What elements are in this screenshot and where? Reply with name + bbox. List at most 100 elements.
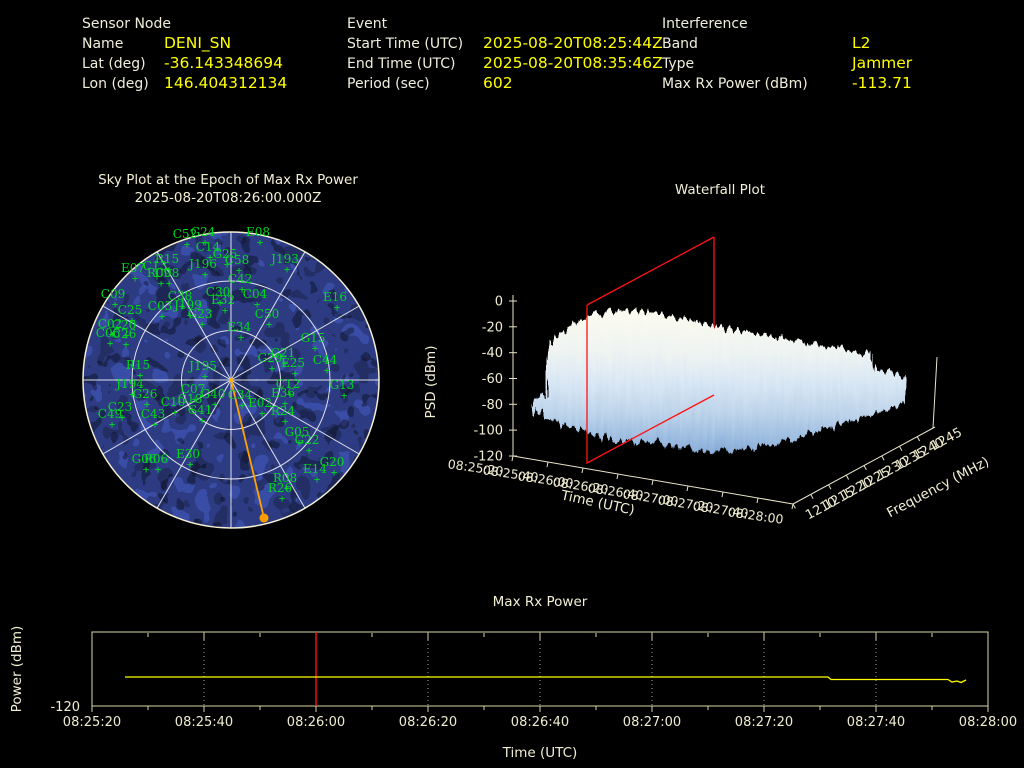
psd-axis-label: PSD (dBm)	[423, 346, 439, 419]
max-rx-power-plot: Max Rx Power Power (dBm) -120 08:25:20 08…	[9, 594, 1017, 761]
satellite-marker: +	[199, 414, 206, 427]
event-end-label: End Time (UTC)	[347, 56, 456, 72]
frequency-tick	[810, 494, 814, 500]
time-tick	[651, 479, 654, 486]
event-start-value: 2025-08-20T08:25:44Z	[483, 34, 663, 52]
interference-band-value: L2	[852, 34, 871, 52]
power-x-tick-label: 08:27:00	[623, 715, 681, 730]
sky-center-dot	[229, 378, 233, 382]
power-x-tick-label: 08:28:00	[959, 715, 1017, 730]
sky-plot-title: Sky Plot at the Epoch of Max Rx Power 20…	[58, 171, 398, 207]
sensor-name-row: Name DENI_SN	[82, 34, 287, 54]
sensor-lat-row: Lat (deg) -36.143348694	[82, 54, 287, 74]
satellite-marker: +	[257, 236, 264, 249]
waterfall-surface	[532, 310, 908, 452]
interference-power-row: Max Rx Power (dBm) -113.71	[662, 74, 912, 94]
event-end-value: 2025-08-20T08:35:46Z	[483, 54, 663, 72]
time-tick	[581, 467, 584, 474]
power-x-tick-label: 08:26:20	[399, 715, 457, 730]
satellite-marker: +	[324, 364, 331, 377]
satellite-marker: +	[123, 338, 130, 351]
interference-band-row: Band L2	[662, 34, 912, 54]
satellite-marker: +	[199, 318, 206, 331]
frequency-tick	[899, 446, 903, 451]
sensor-node-panel: Sensor Node Name DENI_SN Lat (deg) -36.1…	[82, 15, 287, 94]
power-x-tick-label: 08:25:20	[63, 715, 121, 730]
power-y-axis-label: Power (dBm)	[9, 626, 25, 713]
interference-panel: Interference Band L2 Type Jammer Max Rx …	[662, 15, 912, 94]
satellite-marker: +	[238, 331, 245, 344]
time-tick	[616, 473, 619, 480]
event-panel: Event Start Time (UTC) 2025-08-20T08:25:…	[347, 15, 663, 94]
satellite-marker: +	[284, 263, 291, 276]
interference-type-row: Type Jammer	[662, 54, 912, 74]
sensor-name-value: DENI_SN	[164, 34, 232, 52]
power-x-tick-label: 08:26:00	[287, 715, 345, 730]
power-x-tick-label: 08:27:20	[735, 715, 793, 730]
power-plot-title: Max Rx Power	[493, 594, 588, 610]
frequency-tick	[845, 474, 850, 480]
psd-tick-label: -20	[482, 320, 503, 335]
interference-power-value: -113.71	[852, 74, 912, 92]
satellite-marker: +	[159, 310, 166, 323]
satellite-marker: +	[334, 301, 341, 314]
time-tick	[756, 497, 759, 504]
satellite-marker: +	[212, 398, 219, 411]
sensor-node-title: Sensor Node	[82, 16, 171, 32]
frequency-tick-label: 1245	[929, 425, 965, 454]
pane-edge	[932, 356, 938, 429]
jammer-marker	[259, 513, 269, 523]
frequency-tick	[828, 484, 832, 490]
satellite-marker: +	[306, 444, 313, 457]
interference-title: Interference	[662, 16, 748, 32]
time-axis-ticks: 08:25:2008:25:4008:26:0008:26:2008:26:40…	[447, 455, 794, 527]
sky-plot-title-line1: Sky Plot at the Epoch of Max Rx Power	[98, 172, 358, 188]
frequency-tick	[792, 503, 796, 509]
power-x-tick-labels: 08:25:20 08:25:40 08:26:00 08:26:20 08:26:40…	[63, 715, 1017, 730]
psd-tick-label: -60	[482, 372, 503, 387]
psd-axis-ticks: 0-20-40-60-80-100-120	[473, 295, 517, 465]
sensor-lon-row: Lon (deg) 146.404312134	[82, 74, 287, 94]
interference-type-label: Type	[662, 56, 695, 72]
power-x-tick-label: 08:26:40	[511, 715, 569, 730]
satellite-marker: +	[279, 492, 286, 505]
power-x-tick-label: 08:25:40	[175, 715, 233, 730]
satellite-marker: +	[341, 389, 348, 402]
satellite-marker: +	[132, 272, 139, 285]
satellite-marker: +	[184, 238, 191, 251]
waterfall-title: Waterfall Plot	[674, 182, 766, 198]
satellite-marker: +	[109, 418, 116, 431]
time-tick	[686, 485, 689, 492]
sensor-lon-label: Lon (deg)	[82, 76, 149, 92]
satellite-marker: +	[314, 473, 321, 486]
satellite-marker: +	[331, 466, 338, 479]
satellite-marker: +	[269, 362, 276, 375]
satellite-marker: +	[259, 407, 266, 420]
sensor-lon-value: 146.404312134	[164, 74, 288, 92]
frequency-tick	[881, 455, 885, 461]
satellite-marker: +	[202, 268, 209, 281]
time-tick	[511, 455, 514, 462]
event-period-row: Period (sec) 602	[347, 74, 663, 94]
satellite-marker: +	[266, 318, 273, 331]
event-end-row: End Time (UTC) 2025-08-20T08:35:46Z	[347, 54, 663, 74]
power-gridlines	[203, 632, 877, 706]
time-tick-label: 08:28:00	[727, 504, 785, 527]
satellite-marker: +	[172, 406, 179, 419]
power-series-line	[125, 676, 967, 684]
sky-plot: C52+G24+E08+C14+ G25+R15+ J196+C58+J193+E0…	[82, 225, 380, 529]
event-start-row: Start Time (UTC) 2025-08-20T08:25:44Z	[347, 34, 663, 54]
psd-tick-label: -80	[482, 398, 503, 413]
satellite-marker: +	[152, 418, 159, 431]
interference-type-value: Jammer	[852, 54, 913, 72]
power-y-tick-label: -120	[50, 700, 80, 715]
satellite-marker: +	[239, 399, 246, 412]
satellite-marker: +	[222, 304, 229, 317]
event-title: Event	[347, 16, 388, 32]
frequency-tick	[916, 436, 921, 442]
sensor-name-label: Name	[82, 36, 124, 52]
sensor-lat-label: Lat (deg)	[82, 56, 146, 72]
sensor-lat-value: -36.143348694	[164, 54, 283, 72]
waterfall-plot: 0-20-40-60-80-100-120 PSD (dBm) 08:25:20…	[423, 236, 992, 527]
event-start-label: Start Time (UTC)	[347, 36, 464, 52]
